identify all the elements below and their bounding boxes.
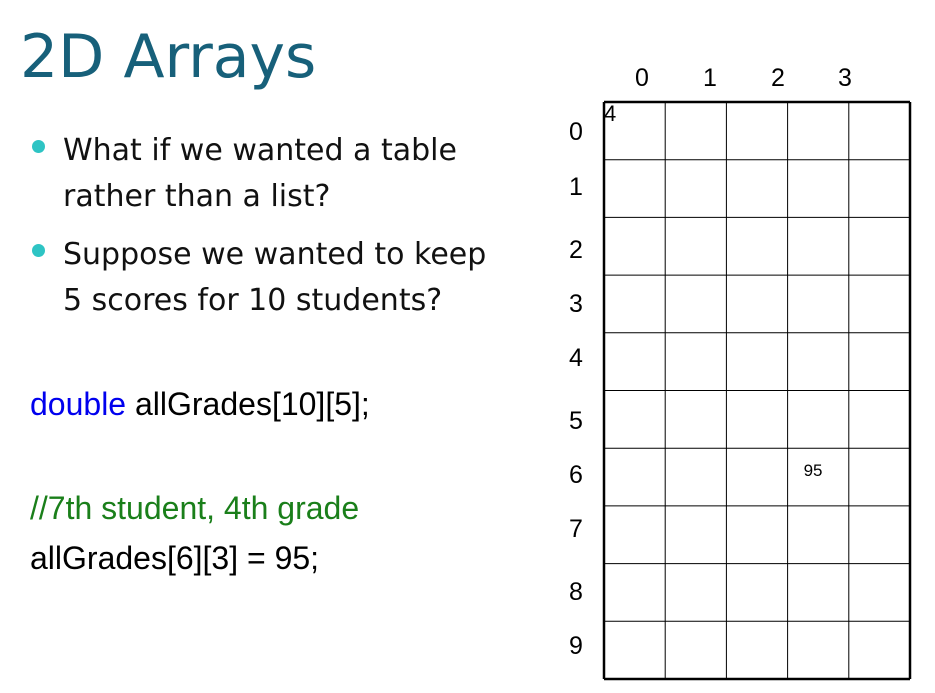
row-index-label: 1: [569, 173, 583, 201]
row-index-label: 7: [569, 515, 583, 543]
row-index-label: 2: [569, 236, 583, 264]
corner-label: 4: [604, 101, 617, 126]
row-index-label: 6: [569, 461, 583, 489]
row-index-label: 5: [569, 407, 583, 435]
row-index-label: 3: [569, 290, 583, 318]
column-index-label: 0: [635, 64, 649, 92]
column-index-label: 3: [838, 64, 852, 92]
table-grid-lines: [602, 100, 912, 681]
row-index-label: 0: [569, 118, 583, 146]
row-index-label: 9: [569, 632, 583, 660]
row-index-label: 4: [569, 344, 583, 372]
column-index-label: 1: [703, 64, 717, 92]
column-index-label: 2: [771, 64, 785, 92]
row-index-label: 8: [569, 578, 583, 606]
table-cell-value: 95: [803, 461, 823, 481]
